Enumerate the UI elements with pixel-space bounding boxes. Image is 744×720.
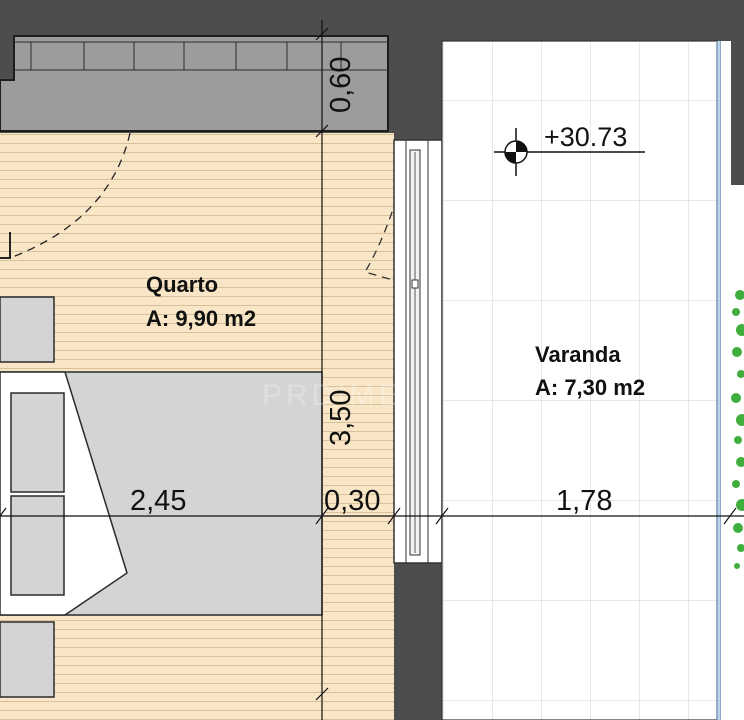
- dimension-bedroom-width: 2,45: [130, 485, 186, 517]
- dimension-wall-thickness: 0,30: [324, 485, 380, 517]
- dimension-wardrobe-depth: 0,60: [325, 57, 357, 113]
- nightstand-top: [0, 296, 55, 363]
- room-area-varanda: A: 7,30 m2: [535, 375, 645, 400]
- dimension-room-depth: 3,50: [325, 390, 357, 446]
- dimension-balcony-width: 1,78: [556, 485, 612, 517]
- sliding-window: [393, 139, 443, 564]
- garden-hedge: [731, 185, 744, 720]
- balcony-glass-railing: [716, 41, 731, 720]
- pillow-bottom: [10, 495, 65, 596]
- room-name-varanda: Varanda: [535, 342, 621, 367]
- floor-plan: PRDIME +30.73 Quarto A: 9,90 m2 Varanda …: [0, 0, 744, 720]
- level-elevation: +30.73: [544, 122, 627, 152]
- room-name-quarto: Quarto: [146, 272, 218, 297]
- nightstand-bottom: [0, 621, 55, 698]
- pillow-top: [10, 392, 65, 493]
- room-area-quarto: A: 9,90 m2: [146, 306, 256, 331]
